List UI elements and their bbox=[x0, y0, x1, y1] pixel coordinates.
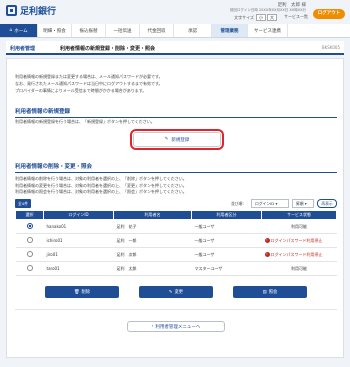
service-list-link[interactable]: サービス一覧 bbox=[284, 14, 308, 20]
row-radio[interactable] bbox=[26, 223, 33, 229]
pencil-icon: ✎ bbox=[168, 289, 173, 295]
home-icon: ⌂ bbox=[9, 28, 13, 33]
main-card: 利用者情報の新規登録または変更する場合は、メール通知パスワードが必要です。 なお… bbox=[6, 58, 344, 358]
bank-logo[interactable]: 足利銀行 bbox=[6, 4, 76, 17]
pencil-icon: ✎ bbox=[164, 137, 169, 142]
table-row[interactable]: taro01 足利 太郎 マスターユーザ 利用可能 bbox=[15, 261, 337, 276]
view-button[interactable]: ▤ 照会 bbox=[233, 286, 307, 298]
page-category: 利用者管理 bbox=[10, 46, 36, 52]
table-toolbar: 全4件 並び順： ログインID ▾ 昇順 ▾ 再表示 bbox=[15, 199, 337, 208]
col-status[interactable]: サービス状態 bbox=[261, 210, 337, 220]
col-select: 選択 bbox=[15, 210, 44, 220]
user-table: 選択 ログインID 利用者名 利用者区分 サービス状態 hanako01 足利 … bbox=[15, 210, 337, 276]
nav-management[interactable]: 管理業務 bbox=[212, 24, 248, 37]
sort-label: 並び順： bbox=[231, 201, 247, 206]
new-register-button[interactable]: ✎ 新規登録 bbox=[130, 129, 224, 150]
col-user-type[interactable]: 利用者区分 bbox=[191, 210, 262, 220]
col-login-id[interactable]: ログインID bbox=[43, 210, 114, 220]
table-row[interactable]: ichiro01 足利 一郎 一般ユーザ ログインパスワード利用停止 bbox=[15, 233, 337, 248]
nav-inquiry[interactable]: 明細・照会 bbox=[38, 24, 72, 37]
last-login: 前回ログイン日時 20XX年XX月XX日 XX時XX分 bbox=[229, 8, 306, 12]
table-row[interactable]: hanako01 足利 花子 一般ユーザ 利用可能 bbox=[15, 219, 337, 234]
list-section-heading: 利用者情報の削除・変更・照会 bbox=[15, 162, 337, 173]
nav-collection[interactable]: 代金回収 bbox=[140, 24, 174, 37]
bank-logo-icon bbox=[6, 5, 17, 16]
global-nav: ⌂ ホーム 明細・照会 振込振替 一括伝送 代金回収 承認 管理業務 サービス連携 bbox=[0, 24, 350, 38]
page-title-bar: 利用者管理 利用者情報の新規登録・削除・変更・照会 BKSK005 bbox=[6, 41, 344, 55]
font-size-label: 文字サイズ bbox=[234, 15, 254, 20]
row-radio[interactable] bbox=[26, 265, 33, 271]
back-to-menu-button[interactable]: ‹ 利用者管理メニューへ bbox=[127, 321, 225, 332]
sort-order-select[interactable]: 昇順 ▾ bbox=[292, 199, 314, 208]
edit-button[interactable]: ✎ 変更 bbox=[139, 286, 213, 298]
row-radio[interactable] bbox=[26, 251, 33, 257]
nav-approval[interactable]: 承認 bbox=[174, 24, 212, 37]
chevron-left-icon: ‹ bbox=[151, 324, 154, 329]
col-user-name[interactable]: 利用者名 bbox=[113, 210, 192, 220]
font-small-button[interactable]: 小 bbox=[256, 14, 266, 21]
delete-button[interactable]: 🗑 削除 bbox=[45, 286, 119, 298]
nav-service-link[interactable]: サービス連携 bbox=[248, 24, 288, 37]
table-row[interactable]: jiro01 足利 次郎 一般ユーザ ログインパスワード利用停止 bbox=[15, 247, 337, 262]
status-warning: ログインパスワード利用停止 bbox=[261, 247, 337, 262]
row-radio[interactable] bbox=[26, 237, 33, 243]
logout-button[interactable]: ログアウト bbox=[313, 9, 345, 19]
nav-transfer[interactable]: 振込振替 bbox=[72, 24, 106, 37]
new-section-desc: 利用者情報の新規登録を行う場合は、「新規登録」ボタンを押してください。 bbox=[15, 119, 155, 124]
sort-key-select[interactable]: ログインID ▾ bbox=[251, 199, 289, 208]
intro-text: 利用者情報の新規登録または変更する場合は、メール通知パスワードが必要です。 なお… bbox=[15, 74, 163, 93]
document-icon: ▤ bbox=[262, 289, 267, 295]
trash-icon: 🗑 bbox=[73, 289, 80, 295]
result-count: 全4件 bbox=[15, 199, 32, 208]
nav-home[interactable]: ⌂ ホーム bbox=[0, 24, 38, 37]
status-warning: ログインパスワード利用停止 bbox=[261, 233, 337, 248]
refresh-button[interactable]: 再表示 bbox=[317, 199, 337, 208]
nav-bulk[interactable]: 一括伝送 bbox=[106, 24, 140, 37]
screen-code: BKSK005 bbox=[321, 45, 340, 50]
font-large-button[interactable]: 大 bbox=[267, 14, 277, 21]
bank-name: 足利銀行 bbox=[20, 7, 57, 17]
new-section-heading: 利用者情報の新規登録 bbox=[15, 107, 337, 118]
page-title: 利用者情報の新規登録・削除・変更・照会 bbox=[60, 46, 156, 52]
list-section-desc: 利用者情報の削除を行う場合は、対象の利用者を選択の上、「削除」ボタンを押してくだ… bbox=[15, 176, 187, 194]
divider bbox=[15, 309, 337, 310]
